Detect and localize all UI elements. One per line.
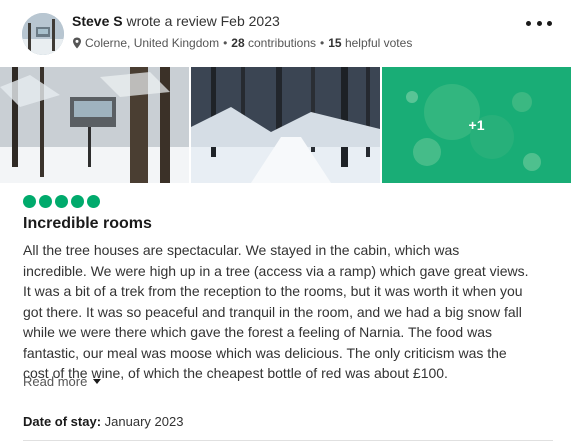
rating-bubble-icon [71, 195, 84, 208]
contributions-count: 28 [231, 36, 245, 50]
date-of-stay-value: January 2023 [104, 414, 184, 429]
review-action-text: wrote a review Feb 2023 [126, 13, 280, 29]
rating-bubble-icon [55, 195, 68, 208]
more-dot [547, 20, 552, 26]
rating-bubbles [23, 195, 100, 208]
author-line: Steve S wrote a review Feb 2023 [72, 13, 280, 29]
review-body-line: got there. It was so peaceful and tranqu… [23, 303, 522, 320]
review-body-line: It was a bit of a trek from the receptio… [23, 283, 523, 299]
date-of-stay-label: Date of stay: [23, 414, 102, 429]
review-photo-snowy-forest[interactable] [191, 67, 380, 183]
review-body-line: All the tree houses are spectacular. We … [23, 242, 460, 258]
review-body-line: incredible. We were high up in a tree (a… [23, 262, 529, 279]
review-title[interactable]: Incredible rooms [23, 215, 152, 233]
more-dot [536, 20, 542, 26]
read-more-button[interactable]: Read more [23, 374, 102, 389]
more-photos-label: +1 [468, 117, 485, 133]
review-card: Steve S wrote a review Feb 2023 Colerne,… [0, 0, 572, 444]
more-dot [526, 20, 531, 26]
meta-separator: • [320, 36, 325, 50]
review-body-line: cost of the wine, of which the cheapest … [23, 365, 448, 381]
rating-bubble-icon [39, 195, 52, 208]
author-name[interactable]: Steve S [72, 13, 123, 29]
chevron-down-icon [93, 379, 102, 384]
review-photos: +1 [0, 67, 572, 183]
author-meta: Colerne, United Kingdom • 28 contributio… [72, 36, 412, 50]
review-body-line: fantastic, our meal was moose which was … [23, 344, 507, 361]
review-photo-tree-house[interactable] [0, 67, 189, 183]
contributions-label: contributions [247, 36, 317, 50]
helpful-votes-count: 15 [328, 36, 342, 50]
divider [23, 440, 553, 441]
review-body: All the tree houses are spectacular. We … [23, 240, 553, 384]
author-location: Colerne, United Kingdom [85, 36, 220, 50]
review-photo-aerial-more[interactable]: +1 [382, 67, 571, 183]
rating-bubble-icon [87, 195, 100, 208]
rating-bubble-icon [23, 195, 36, 208]
review-body-line: while we were there which gave the fores… [23, 324, 492, 340]
avatar[interactable] [22, 13, 64, 55]
helpful-votes-label: helpful votes [344, 36, 413, 50]
date-of-stay: Date of stay: January 2023 [23, 414, 183, 429]
location-pin-icon [72, 37, 82, 49]
meta-separator: • [223, 36, 228, 50]
read-more-label: Read more [23, 374, 88, 389]
more-horizontal-icon[interactable] [526, 14, 552, 32]
